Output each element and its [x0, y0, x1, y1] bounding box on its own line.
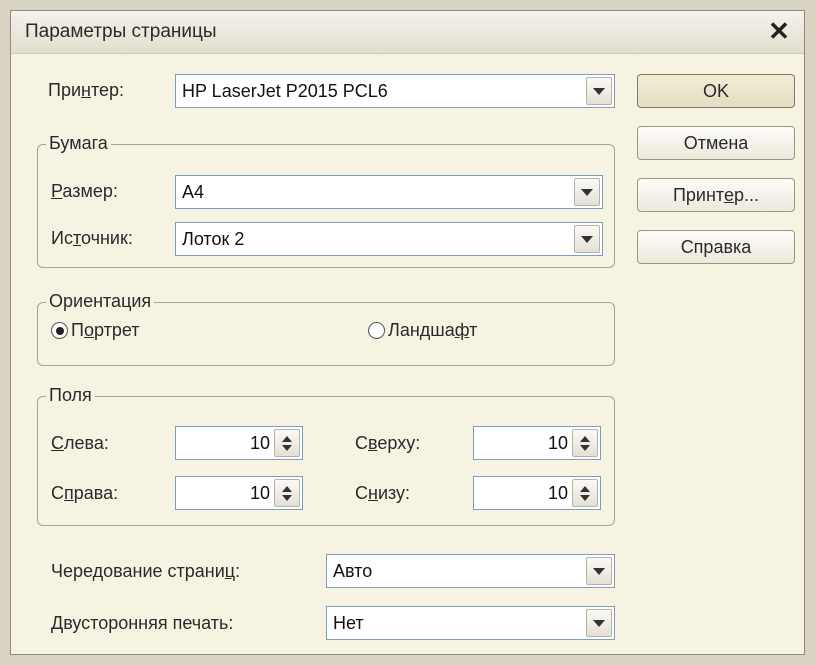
- printer-select[interactable]: HP LaserJet P2015 PCL6: [175, 74, 615, 108]
- duplex-select[interactable]: Нет: [326, 606, 615, 640]
- dialog-title: Параметры страницы: [25, 21, 217, 42]
- top-margin-value: 10: [547, 433, 568, 453]
- printer-button-pre: Принт: [672, 185, 724, 205]
- printer-label-post: тер:: [90, 80, 125, 100]
- bottom-margin-label-accel: н: [368, 483, 378, 503]
- landscape-radio[interactable]: Ландшафт: [368, 320, 477, 341]
- help-button[interactable]: Справка: [637, 230, 795, 264]
- top-margin-stepper-icon[interactable]: [572, 429, 598, 457]
- portrait-label-pre: П: [71, 320, 84, 340]
- top-margin-spinner[interactable]: 10: [473, 426, 601, 460]
- source-select[interactable]: Лоток 2: [175, 222, 603, 256]
- source-label-accel: т: [72, 228, 81, 248]
- left-margin-label-post: лева:: [64, 433, 109, 453]
- orientation-legend: Ориентация: [46, 291, 155, 312]
- source-dropdown-icon[interactable]: [574, 225, 600, 253]
- landscape-label-post: т: [469, 320, 478, 340]
- size-select[interactable]: A4: [175, 175, 603, 209]
- top-margin-label-accel: в: [368, 433, 378, 453]
- source-label-pre: Ис: [51, 228, 73, 248]
- portrait-label-accel: о: [83, 320, 94, 340]
- printer-value: HP LaserJet P2015 PCL6: [182, 81, 388, 101]
- printer-dropdown-icon[interactable]: [586, 77, 612, 105]
- bottom-margin-stepper-icon[interactable]: [572, 479, 598, 507]
- landscape-label-pre: Ландша: [388, 320, 455, 340]
- left-margin-spinner[interactable]: 10: [175, 426, 303, 460]
- left-margin-label-accel: С: [51, 433, 64, 453]
- alternation-value: Авто: [333, 561, 373, 581]
- portrait-radio-indicator[interactable]: [51, 322, 68, 339]
- alternation-label-pre: Чередование страни: [51, 561, 225, 581]
- size-dropdown-icon[interactable]: [574, 178, 600, 206]
- right-margin-label-pre: С: [51, 483, 64, 503]
- printer-label-accel: н: [81, 80, 91, 100]
- bottom-margin-spinner[interactable]: 10: [473, 476, 601, 510]
- left-margin-label: Слева:: [51, 433, 109, 454]
- top-margin-label-post: ерху:: [377, 433, 421, 453]
- portrait-label-post: ртрет: [93, 320, 140, 340]
- margins-legend: Поля: [46, 385, 95, 406]
- radio-selected-dot: [55, 326, 64, 335]
- right-margin-label-post: рава:: [73, 483, 119, 503]
- bottom-margin-label-post: изу:: [377, 483, 411, 503]
- source-label-post: очник:: [80, 228, 133, 248]
- bottom-margin-value: 10: [547, 483, 568, 503]
- printer-label: Принтер:: [48, 80, 124, 101]
- ok-button[interactable]: OK: [637, 74, 795, 108]
- right-margin-spinner[interactable]: 10: [175, 476, 303, 510]
- landscape-label-accel: ф: [454, 320, 470, 340]
- duplex-value: Нет: [333, 613, 364, 633]
- portrait-label: Портрет: [71, 320, 139, 341]
- top-margin-label-pre: С: [355, 433, 368, 453]
- source-label: Источник:: [51, 228, 133, 249]
- bottom-margin-label: Снизу:: [355, 483, 410, 504]
- printer-button-accel: е: [723, 185, 734, 205]
- source-value: Лоток 2: [182, 229, 245, 249]
- duplex-dropdown-icon[interactable]: [586, 609, 612, 637]
- alternation-label-accel: ц: [224, 561, 236, 581]
- page-setup-dialog: Параметры страницы ✕ Принтер: HP LaserJe…: [10, 10, 805, 655]
- left-margin-stepper-icon[interactable]: [274, 429, 300, 457]
- right-margin-stepper-icon[interactable]: [274, 479, 300, 507]
- duplex-label: Двусторонняя печать:: [51, 613, 234, 633]
- title-bar: Параметры страницы ✕: [11, 11, 804, 54]
- portrait-radio[interactable]: Портрет: [51, 320, 139, 341]
- size-label: Размер:: [51, 181, 118, 202]
- size-label-post: азмер:: [62, 181, 118, 201]
- landscape-radio-indicator[interactable]: [368, 322, 385, 339]
- printer-label-pre: При: [48, 80, 82, 100]
- printer-button[interactable]: Принтер...: [637, 178, 795, 212]
- alternation-label: Чередование страниц:: [51, 561, 240, 582]
- cancel-button[interactable]: Отмена: [637, 126, 795, 160]
- size-label-accel: Р: [51, 181, 63, 201]
- right-margin-value: 10: [249, 483, 270, 503]
- printer-button-post: р...: [734, 185, 760, 205]
- alternation-select[interactable]: Авто: [326, 554, 615, 588]
- right-margin-label: Справа:: [51, 483, 118, 504]
- landscape-label: Ландшафт: [388, 320, 477, 341]
- alternation-label-post: :: [235, 561, 241, 581]
- size-value: A4: [182, 182, 205, 202]
- bottom-margin-label-pre: С: [355, 483, 368, 503]
- alternation-dropdown-icon[interactable]: [586, 557, 612, 585]
- right-margin-label-accel: п: [64, 483, 74, 503]
- left-margin-value: 10: [249, 433, 270, 453]
- close-icon[interactable]: ✕: [764, 15, 794, 47]
- top-margin-label: Сверху:: [355, 433, 420, 454]
- paper-legend: Бумага: [46, 133, 111, 154]
